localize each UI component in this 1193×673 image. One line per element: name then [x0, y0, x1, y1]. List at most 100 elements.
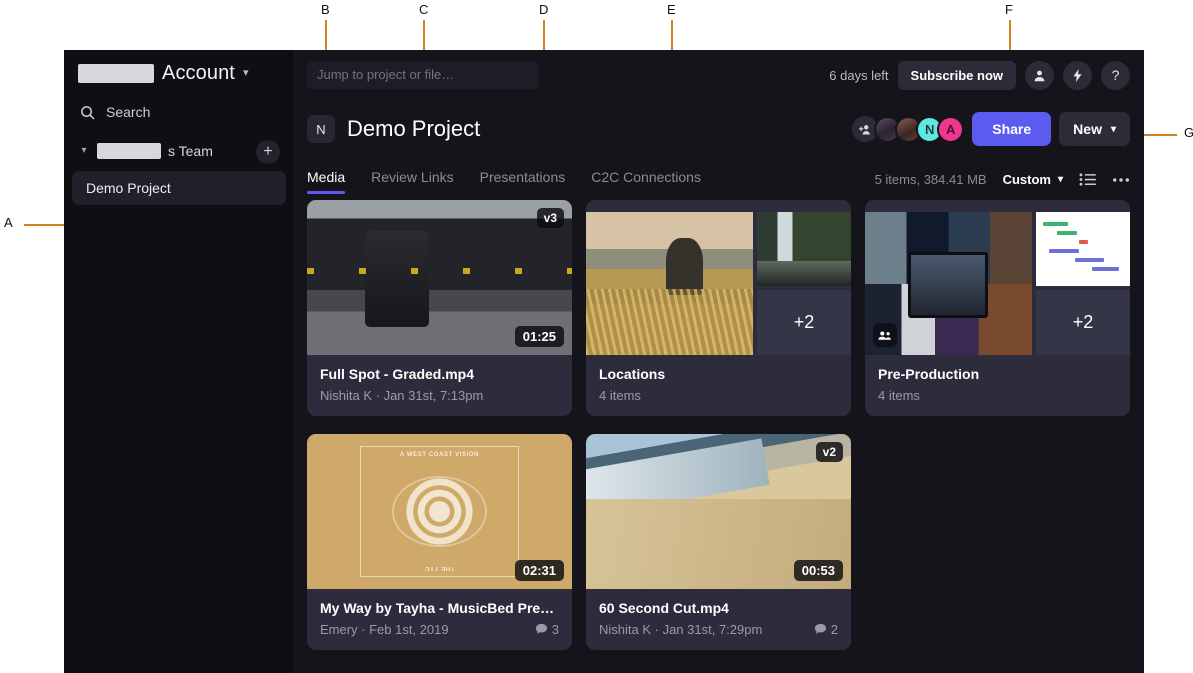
thumbnail-image [757, 212, 851, 286]
search-icon [80, 105, 95, 120]
media-thumbnail: v3 01:25 [307, 200, 572, 355]
folder-thumb-main [865, 212, 1032, 355]
account-switcher[interactable]: Account ▾ [64, 50, 294, 95]
folder-item-count: 4 items [599, 388, 641, 403]
lightning-bolt-icon[interactable] [1063, 61, 1092, 90]
folder-title: Pre-Production [878, 366, 1117, 382]
team-name-redacted [97, 143, 161, 159]
chevron-down-icon: ▾ [1111, 124, 1116, 135]
top-bar-actions: 6 days left Subscribe now ? [829, 61, 1130, 90]
account-name-redacted [78, 64, 154, 83]
media-title: My Way by Tayha - MusicBed Pre… [320, 600, 559, 616]
version-badge: v2 [816, 442, 843, 462]
folder-card[interactable]: +2 Pre-Production 4 items [865, 200, 1130, 416]
callout-label-d: D [539, 2, 548, 17]
callout-label-a: A [4, 215, 13, 230]
sort-dropdown[interactable]: Custom ▾ [1003, 172, 1063, 187]
callout-label-g: G [1184, 125, 1193, 140]
add-project-button[interactable]: + [256, 140, 280, 164]
project-actions: N A Share New ▾ [852, 112, 1130, 146]
folder-overflow-count: +2 [757, 290, 851, 355]
sidebar-item-demo-project[interactable]: Demo Project [72, 171, 286, 205]
media-title: Full Spot - Graded.mp4 [320, 366, 559, 382]
folder-card[interactable]: +2 Locations 4 items [586, 200, 851, 416]
tab-c2c-connections[interactable]: C2C Connections [591, 169, 701, 194]
callout-label-c: C [419, 2, 428, 17]
avatar[interactable]: A [937, 116, 964, 143]
page-title: Demo Project [347, 116, 480, 142]
share-button[interactable]: Share [972, 112, 1051, 146]
callout-label-b: B [321, 2, 330, 17]
media-title: 60 Second Cut.mp4 [599, 600, 838, 616]
member-avatars: N A [852, 116, 964, 143]
callout-label-e: E [667, 2, 676, 17]
folder-meta: 4 items [878, 388, 1117, 403]
comment-icon [535, 623, 548, 636]
comment-count-value: 2 [831, 622, 838, 637]
media-meta: Emery · Feb 1st, 2019 3 [320, 622, 559, 637]
search-label: Search [106, 104, 150, 120]
callout-label-f: F [1005, 2, 1013, 17]
folder-thumb-secondary [757, 212, 851, 286]
chevron-down-icon: ▾ [1058, 174, 1063, 185]
sort-value: Custom [1003, 172, 1051, 187]
thumbnail-image [586, 212, 753, 355]
subscribe-now-button[interactable]: Subscribe now [898, 61, 1016, 90]
rose-icon [394, 478, 485, 545]
project-avatar: N [307, 115, 335, 143]
folder-title: Locations [599, 366, 838, 382]
tab-media[interactable]: Media [307, 169, 345, 194]
comment-count: 2 [814, 622, 838, 637]
search-input[interactable]: Search [64, 95, 294, 129]
jump-to-search-input[interactable] [307, 61, 539, 89]
tab-presentations[interactable]: Presentations [480, 169, 566, 194]
media-meta: Nishita K · Jan 31st, 7:13pm [320, 388, 559, 403]
folder-thumbnails: +2 [865, 212, 1130, 355]
app-window: Account ▾ Search ▾ s Team + Demo Project [64, 50, 1144, 673]
tab-review-links[interactable]: Review Links [371, 169, 453, 194]
question-mark-icon[interactable]: ? [1101, 61, 1130, 90]
folder-thumbnails: +2 [586, 212, 851, 355]
folder-item-count: 4 items [878, 388, 920, 403]
folder-meta: 4 items [599, 388, 838, 403]
media-card[interactable]: v3 01:25 Full Spot - Graded.mp4 Nishita … [307, 200, 572, 416]
trial-days-left: 6 days left [829, 68, 888, 83]
person-icon[interactable] [1025, 61, 1054, 90]
main-area: 6 days left Subscribe now ? [295, 50, 1144, 673]
top-bar: 6 days left Subscribe now ? [295, 50, 1144, 100]
more-horizontal-icon[interactable] [1112, 177, 1130, 183]
media-grid: v3 01:25 Full Spot - Graded.mp4 Nishita … [295, 194, 1144, 673]
folder-thumb-main [586, 212, 753, 355]
duration-badge: 01:25 [515, 326, 564, 347]
media-thumbnail: A WEST COAST VISION THE TYC 02:31 [307, 434, 572, 589]
media-card[interactable]: v2 00:53 60 Second Cut.mp4 Nishita K · J… [586, 434, 851, 650]
team-group-header[interactable]: ▾ s Team + [64, 129, 294, 171]
chevron-down-icon: ▾ [78, 146, 90, 156]
list-view-icon[interactable] [1079, 172, 1096, 187]
comment-icon [814, 623, 827, 636]
duration-badge: 02:31 [515, 560, 564, 581]
album-top-text: A WEST COAST VISION [361, 452, 518, 458]
thumbnail-image [1036, 212, 1130, 286]
album-bottom-text: THE TYC [361, 565, 518, 571]
media-card-body: My Way by Tayha - MusicBed Pre… Emery · … [307, 589, 572, 650]
folder-card-body: Pre-Production 4 items [865, 355, 1130, 416]
team-label: s Team [168, 143, 213, 159]
media-thumbnail: v2 00:53 [586, 434, 851, 589]
media-card[interactable]: A WEST COAST VISION THE TYC 02:31 My Way… [307, 434, 572, 650]
comment-count-value: 3 [552, 622, 559, 637]
folder-thumb-side: +2 [1036, 212, 1130, 355]
folder-thumb-side: +2 [757, 212, 851, 355]
chevron-down-icon: ▾ [243, 68, 249, 79]
items-summary: 5 items, 384.41 MB [875, 172, 987, 187]
media-card-body: Full Spot - Graded.mp4 Nishita K · Jan 3… [307, 355, 572, 416]
media-meta-text: Nishita K · Jan 31st, 7:29pm [599, 622, 762, 637]
account-label: Account [162, 62, 235, 85]
new-button[interactable]: New ▾ [1059, 112, 1130, 146]
tab-bar: Media Review Links Presentations C2C Con… [295, 158, 1144, 194]
media-meta: Nishita K · Jan 31st, 7:29pm 2 [599, 622, 838, 637]
version-badge: v3 [537, 208, 564, 228]
album-artwork: A WEST COAST VISION THE TYC [360, 446, 519, 576]
shared-people-icon [873, 323, 897, 347]
new-button-label: New [1073, 121, 1102, 137]
